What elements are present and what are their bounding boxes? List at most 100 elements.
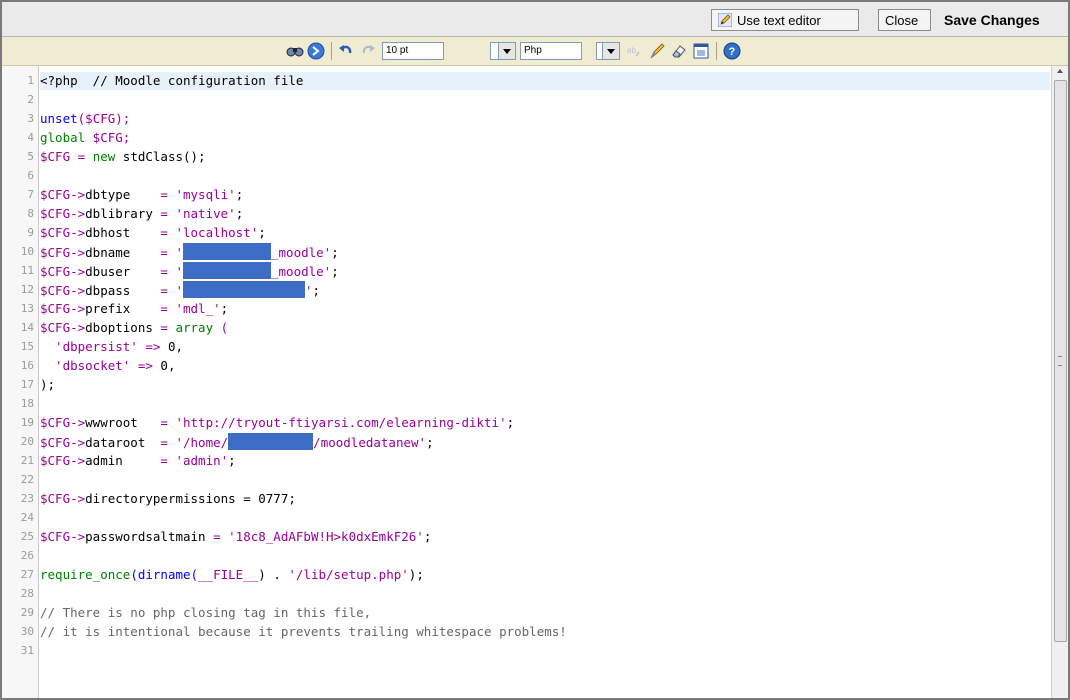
code-token: $CFG-> [40,245,86,260]
close-button[interactable]: Close [878,9,931,31]
code-token: ; [423,529,432,544]
line-number-gutter: 1 2 3 4 5 6 7 8 9 10 11 12 13 14 15 16 1… [2,66,39,698]
code-token: (dirname( [130,567,199,582]
code-line[interactable]: ); [40,376,1050,394]
code-token: prefix [85,301,131,316]
line-number: 28 [20,587,34,600]
line-number: 10 [20,245,34,258]
spellcheck-icon[interactable]: ab [626,42,644,60]
code-line[interactable]: $CFG->dboptions = array ( [40,319,1050,337]
code-line[interactable]: // There is no php closing tag in this f… [40,604,1050,622]
line-number: 14 [20,321,34,334]
code-token: $CFG-> [40,415,86,430]
code-token: _moodle' [271,245,332,260]
line-number: 12 [20,283,34,296]
code-line[interactable]: $CFG->dbname = ' _moodle'; [40,243,1050,261]
redacted-block [183,281,305,298]
code-line[interactable]: $CFG->passwordsaltmain = '18c8_AdAFbW!H>… [40,528,1050,546]
use-text-editor-button[interactable]: Use text editor [711,9,859,31]
code-line[interactable]: $CFG->admin = 'admin'; [40,452,1050,470]
code-token: 'native' [175,206,236,221]
line-number: 6 [27,169,34,182]
line-number: 20 [20,435,34,448]
line-number: 24 [20,511,34,524]
highlight-icon[interactable] [648,42,666,60]
toolbar-separator [716,42,717,60]
code-token: 'mdl_' [175,301,221,316]
code-token: stdClass(); [115,149,206,164]
code-token: ' [175,264,183,279]
code-token: 'dbsocket' [40,358,131,373]
code-token: admin [85,453,123,468]
code-area[interactable]: 1 2 3 4 5 6 7 8 9 10 11 12 13 14 15 16 1… [2,66,1068,698]
code-line[interactable]: $CFG = new stdClass(); [40,148,1050,166]
redacted-block [183,262,271,279]
code-line[interactable]: 'dbsocket' => 0, [40,357,1050,375]
code-line[interactable]: <?php // Moodle configuration file [40,72,1050,90]
code-token: __FILE__ [198,567,259,582]
line-number: 7 [27,188,34,201]
code-token: dbpass [85,283,131,298]
code-token: dataroot [85,435,146,450]
scrollbar-thumb[interactable] [1054,80,1067,642]
language-select[interactable]: Php [520,42,582,60]
code-line[interactable]: $CFG->dbuser = ' _moodle'; [40,262,1050,280]
editor-top-bar: Use text editor Close Save Changes [2,2,1068,37]
line-number: 13 [20,302,34,315]
code-token: $CFG-> [40,435,86,450]
language-dropdown[interactable] [596,42,620,60]
redo-icon[interactable] [360,42,376,60]
language-value: Php [524,45,542,56]
code-token: $CFG-> [40,225,86,240]
code-token: '/lib/setup.php' [288,567,409,582]
code-line[interactable]: $CFG->prefix = 'mdl_'; [40,300,1050,318]
code-token: ; [235,187,244,202]
code-line[interactable]: $CFG->dataroot = '/home/ /moodledatanew'; [40,433,1050,451]
code-token: => [130,358,161,373]
code-token: ( [213,320,229,335]
font-size-select[interactable]: 10 pt [382,42,444,60]
vertical-scrollbar[interactable] [1051,66,1068,698]
code-line[interactable]: $CFG->dblibrary = 'native'; [40,205,1050,223]
code-token: 0, [160,358,176,373]
code-line[interactable]: $CFG->dbpass = ' '; [40,281,1050,299]
save-changes-button[interactable]: Save Changes [938,9,1068,31]
code-token: wwwroot [85,415,138,430]
scroll-up-arrow-icon[interactable] [1057,69,1063,73]
eraser-icon[interactable] [670,42,688,60]
fullscreen-icon[interactable] [692,42,710,60]
go-icon[interactable] [307,42,325,60]
code-token: unset [40,111,78,126]
code-token: = [152,206,176,221]
code-line[interactable]: $CFG->wwwroot = 'http://tryout-ftiyarsi.… [40,414,1050,432]
code-token: = [130,283,176,298]
search-icon[interactable] [286,42,304,60]
code-token: ; [506,415,515,430]
line-number: 21 [20,454,34,467]
code-line[interactable]: $CFG->dbtype = 'mysqli'; [40,186,1050,204]
line-number: 16 [20,359,34,372]
code-line[interactable]: require_once(dirname(__FILE__) . '/lib/s… [40,566,1050,584]
code-line[interactable]: unset($CFG); [40,110,1050,128]
code-token: = [205,529,229,544]
code-line[interactable]: $CFG->directorypermissions = 0777; [40,490,1050,508]
code-token: = [130,225,176,240]
undo-icon[interactable] [338,42,354,60]
line-number: 18 [20,397,34,410]
code-token: dbtype [85,187,131,202]
code-token: ; [331,264,339,279]
code-line[interactable]: 'dbpersist' => 0, [40,338,1050,356]
line-number: 3 [27,112,34,125]
line-number: 2 [27,93,34,106]
code-line[interactable]: $CFG->dbhost = 'localhost'; [40,224,1050,242]
help-icon[interactable]: ? [723,42,741,60]
line-number: 30 [20,625,34,638]
code-token: = [145,435,176,450]
code-token: ; [235,206,244,221]
code-token: 0, [167,339,184,354]
code-token: ' [175,283,183,298]
font-size-dropdown[interactable] [490,42,516,60]
code-token: dboptions [85,320,153,335]
code-line[interactable]: global $CFG; [40,129,1050,147]
code-line[interactable]: // it is intentional because it prevents… [40,623,1050,641]
